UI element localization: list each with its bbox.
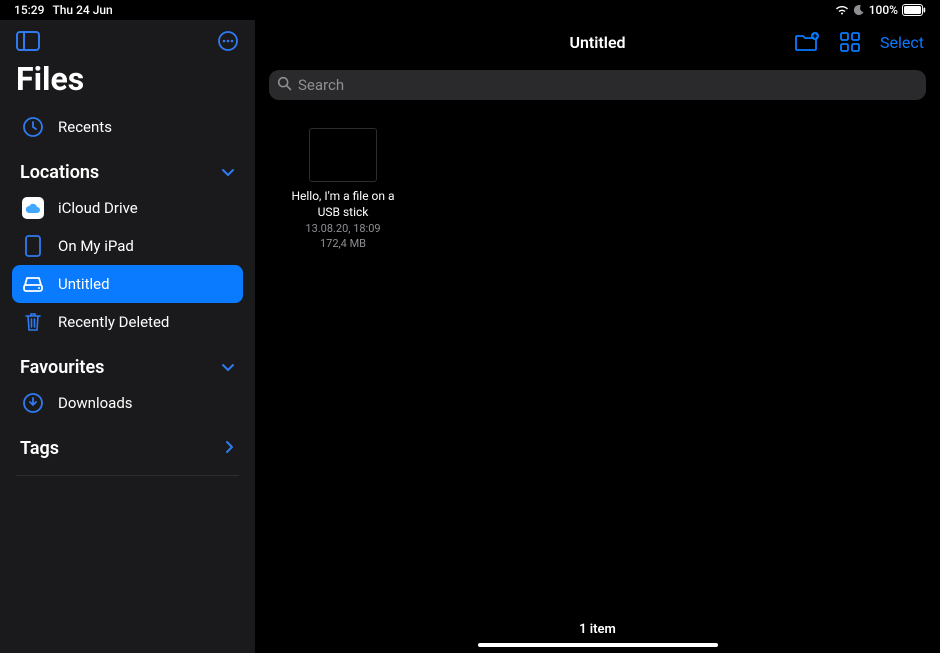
status-time: 15:29 <box>14 3 44 17</box>
section-label: Tags <box>20 438 59 459</box>
icloud-icon <box>22 197 44 219</box>
sidebar-item-label: iCloud Drive <box>58 199 138 217</box>
sidebar-toggle-icon[interactable] <box>16 31 40 55</box>
section-label: Locations <box>20 162 99 183</box>
external-drive-icon <box>22 273 44 295</box>
sidebar: Files Recents Locations iCloud Drive <box>0 20 255 653</box>
section-label: Favourites <box>20 357 104 378</box>
status-bar: 15:29 Thu 24 Jun 100% <box>0 0 940 20</box>
section-header-favourites[interactable]: Favourites <box>0 341 255 384</box>
sidebar-item-recently-deleted[interactable]: Recently Deleted <box>12 303 243 341</box>
sidebar-item-label: On My iPad <box>58 237 134 255</box>
content-area: Untitled Select Hello, <box>255 20 940 653</box>
battery-icon <box>902 4 926 16</box>
trash-icon <box>22 311 44 333</box>
content-header: Untitled Select <box>255 20 940 64</box>
section-header-tags[interactable]: Tags <box>0 422 255 465</box>
file-date: 13.08.20, 18:09 <box>305 222 380 236</box>
file-name: Hello, I'm a file on a USB stick <box>283 188 403 220</box>
dnd-moon-icon <box>853 4 865 16</box>
new-folder-icon[interactable] <box>794 32 820 52</box>
sidebar-item-label: Recents <box>58 118 112 136</box>
wifi-icon <box>835 5 849 15</box>
file-size: 172,4 MB <box>320 237 366 251</box>
sidebar-item-untitled[interactable]: Untitled <box>12 265 243 303</box>
clock-icon <box>22 116 44 138</box>
home-indicator[interactable] <box>478 643 718 647</box>
chevron-right-icon <box>225 438 235 459</box>
files-grid: Hello, I'm a file on a USB stick 13.08.2… <box>255 108 940 616</box>
sidebar-item-label: Recently Deleted <box>58 313 169 331</box>
sidebar-item-icloud-drive[interactable]: iCloud Drive <box>12 189 243 227</box>
sidebar-item-label: Downloads <box>58 394 133 412</box>
search-icon <box>277 76 292 95</box>
battery-percentage: 100% <box>869 3 898 17</box>
search-bar[interactable] <box>269 70 926 100</box>
ipad-icon <box>22 235 44 257</box>
sidebar-item-downloads[interactable]: Downloads <box>12 384 243 422</box>
item-count-footer: 1 item <box>255 616 940 653</box>
chevron-down-icon <box>221 357 235 378</box>
select-button[interactable]: Select <box>880 33 924 52</box>
download-icon <box>22 392 44 414</box>
view-grid-icon[interactable] <box>840 32 860 52</box>
section-header-locations[interactable]: Locations <box>0 146 255 189</box>
sidebar-title: Files <box>0 60 255 108</box>
sidebar-item-label: Untitled <box>58 275 110 293</box>
file-thumbnail <box>309 128 377 182</box>
section-divider <box>16 475 239 476</box>
status-date: Thu 24 Jun <box>52 3 112 17</box>
file-item[interactable]: Hello, I'm a file on a USB stick 13.08.2… <box>283 128 403 251</box>
sidebar-item-on-my-ipad[interactable]: On My iPad <box>12 227 243 265</box>
sidebar-item-recents[interactable]: Recents <box>12 108 243 146</box>
search-input[interactable] <box>298 76 918 94</box>
content-title: Untitled <box>569 33 625 52</box>
more-options-icon[interactable] <box>217 30 239 56</box>
chevron-down-icon <box>221 162 235 183</box>
